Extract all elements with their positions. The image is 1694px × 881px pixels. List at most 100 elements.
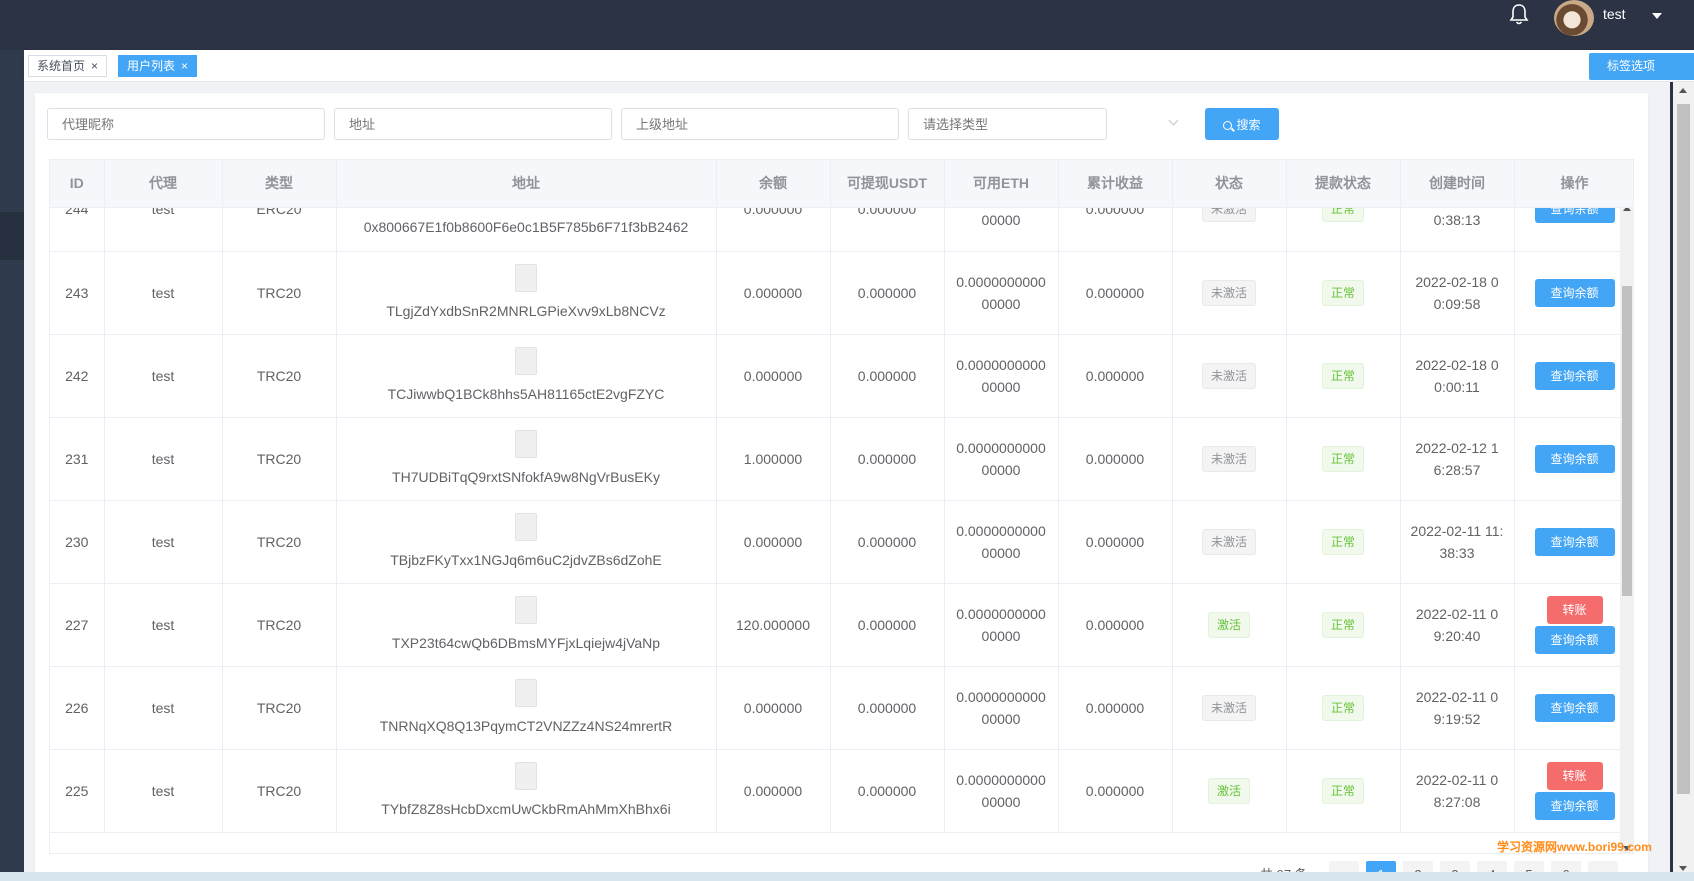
cell-id: 230 [50, 500, 105, 584]
row-id: 227 [65, 616, 89, 633]
row-eth-cont: 00000 [981, 627, 1021, 644]
table-scrollbar-thumb[interactable] [1622, 286, 1632, 596]
query-balance-button[interactable]: 查询余额 [1534, 625, 1615, 654]
qr-image[interactable] [515, 595, 537, 624]
row-income: 0.000000 [1085, 782, 1145, 799]
tag-options-button[interactable]: 标签选项 [1589, 53, 1694, 80]
qr-image[interactable] [515, 678, 537, 707]
cell-actions: 查询余额 [1514, 334, 1633, 418]
cell-withdraw: 正常 [1286, 749, 1401, 833]
table-body: 244 test ERC20 0x800667E1f0b8600F6e0c1B5F78… [50, 207, 1633, 853]
cell-id: 226 [50, 666, 105, 750]
transfer-button[interactable]: 转账 [1546, 761, 1603, 790]
main-content: 搜索 ID代理类型地址余额可提现USDT可用ETH累计收益状态提款状态创建时间操… [24, 82, 1670, 881]
row-agent: test [151, 699, 175, 716]
cell-id: 227 [50, 583, 105, 667]
cell-income: 0.000000 [1058, 251, 1173, 335]
row-id: 225 [65, 782, 89, 799]
row-type: TRC20 [256, 284, 302, 301]
transfer-button[interactable]: 转账 [1546, 595, 1603, 624]
row-income: 0.000000 [1085, 284, 1145, 301]
qr-image[interactable] [515, 263, 537, 292]
cell-address: TBjbzFKyTxx1NGJq6m6uC2jdvZBs6dZohE [336, 500, 717, 584]
sidebar [0, 50, 24, 881]
row-type: TRC20 [256, 782, 302, 799]
row-usdt: 0.000000 [857, 284, 917, 301]
page-scrollbar[interactable] [1673, 82, 1694, 881]
row-eth: 0.0000000000 [956, 356, 1046, 373]
tag-options-label: 标签选项 [1607, 59, 1656, 73]
cell-income: 0.000000 [1058, 417, 1173, 501]
agent-nickname-input[interactable] [47, 108, 325, 140]
cell-income: 0.000000 [1058, 500, 1173, 584]
cell-actions: 查询余额 [1514, 666, 1633, 750]
status-badge: 未激活 [1201, 362, 1256, 389]
cell-type: TRC20 [222, 500, 337, 584]
cell-address: TNRNqXQ8Q13PqymCT2VNZZz4NS24mrertR [336, 666, 717, 750]
status-badge: 未激活 [1201, 279, 1256, 306]
username-label[interactable]: test [1603, 6, 1626, 22]
close-icon[interactable]: × [181, 59, 188, 73]
close-icon[interactable]: × [91, 59, 98, 73]
row-created-time: 9:19:52 [1433, 710, 1481, 727]
query-balance-button[interactable]: 查询余额 [1534, 361, 1615, 390]
cell-actions: 转账 查询余额 [1514, 749, 1633, 833]
bottom-strip [0, 872, 1694, 881]
row-created-date: 2022-02-12 1 [1415, 439, 1499, 456]
scroll-down-icon[interactable] [1679, 866, 1687, 871]
address-input[interactable] [334, 108, 612, 140]
table-row: 230 test TRC20 TBjbzFKyTxx1NGJq6m6uC2jdvZBs… [50, 500, 1633, 584]
cell-created: 2022-02-12 1 6:28:57 [1400, 417, 1515, 501]
row-address: TNRNqXQ8Q13PqymCT2VNZZz4NS24mrertR [379, 717, 673, 734]
row-balance: 0.000000 [743, 284, 803, 301]
row-income: 0.000000 [1085, 533, 1145, 550]
sidebar-active-item[interactable] [0, 212, 24, 260]
row-address: TLgjZdYxdbSnR2MNRLGPieXvv9xLb8NCVz [386, 302, 666, 319]
column-header: 操作 [1514, 160, 1633, 208]
table-scrollbar[interactable] [1620, 201, 1634, 854]
query-balance-button[interactable]: 查询余额 [1534, 444, 1615, 473]
row-address: TYbfZ8Z8sHcbDxcmUwCkbRmAhMmXhBhx6i [381, 800, 671, 817]
cell-status: 未激活 [1172, 500, 1287, 584]
query-balance-button[interactable]: 查询余额 [1534, 527, 1615, 556]
scroll-up-icon[interactable] [1679, 88, 1687, 93]
type-select[interactable] [908, 108, 1107, 140]
query-balance-button[interactable]: 查询余额 [1534, 207, 1615, 224]
cell-agent: test [104, 334, 223, 418]
cell-type: ERC20 [222, 207, 337, 252]
row-balance: 120.000000 [736, 616, 810, 633]
tag-user-list[interactable]: 用户列表 × [118, 55, 198, 77]
user-table: ID 代理 类型 地址 余额 可提现USDT 可用ETH 累计收益 状态 提款状态 创建时间 操作 2… [49, 159, 1634, 854]
qr-image[interactable] [515, 512, 537, 541]
cell-created: 2022-02-18 0 0:09:58 [1400, 251, 1515, 335]
qr-image[interactable] [515, 429, 537, 458]
tags-bar: 系统首页 × 用户列表 × 标签选项 [24, 50, 1694, 82]
cell-eth: 0.0000000000 00000 [944, 666, 1059, 750]
withdraw-status-badge: 正常 [1321, 528, 1364, 555]
cell-created: 2022-02-11 0 9:19:52 [1400, 666, 1515, 750]
row-eth: 0.0000000000 [956, 439, 1046, 456]
cell-usdt: 0.000000 [830, 251, 945, 335]
page-scrollbar-thumb[interactable] [1677, 104, 1690, 794]
cell-created: 2022-02-11 11: 38:33 [1400, 500, 1515, 584]
row-usdt: 0.000000 [857, 699, 917, 716]
query-balance-button[interactable]: 查询余额 [1534, 791, 1615, 820]
parent-address-input[interactable] [621, 108, 899, 140]
row-created-time: 38:33 [1439, 544, 1475, 561]
column-header: 余额 [716, 160, 831, 208]
cell-balance: 1.000000 [716, 417, 831, 501]
cell-status: 未激活 [1172, 251, 1287, 335]
content-panel: 搜索 ID代理类型地址余额可提现USDT可用ETH累计收益状态提款状态创建时间操… [34, 92, 1649, 881]
query-balance-button[interactable]: 查询余额 [1534, 278, 1615, 307]
avatar[interactable] [1554, 0, 1594, 36]
cell-created: 2022-02-18 10:38:13 [1400, 207, 1515, 252]
qr-image[interactable] [515, 346, 537, 375]
tag-home[interactable]: 系统首页 × [28, 55, 108, 77]
bell-icon[interactable] [1508, 2, 1530, 26]
query-balance-button[interactable]: 查询余额 [1534, 693, 1615, 722]
cell-withdraw: 正常 [1286, 500, 1401, 584]
qr-image[interactable] [515, 761, 537, 790]
caret-down-icon[interactable] [1652, 13, 1662, 19]
search-button[interactable]: 搜索 [1205, 108, 1279, 140]
cell-usdt: 0.000000 [830, 500, 945, 584]
